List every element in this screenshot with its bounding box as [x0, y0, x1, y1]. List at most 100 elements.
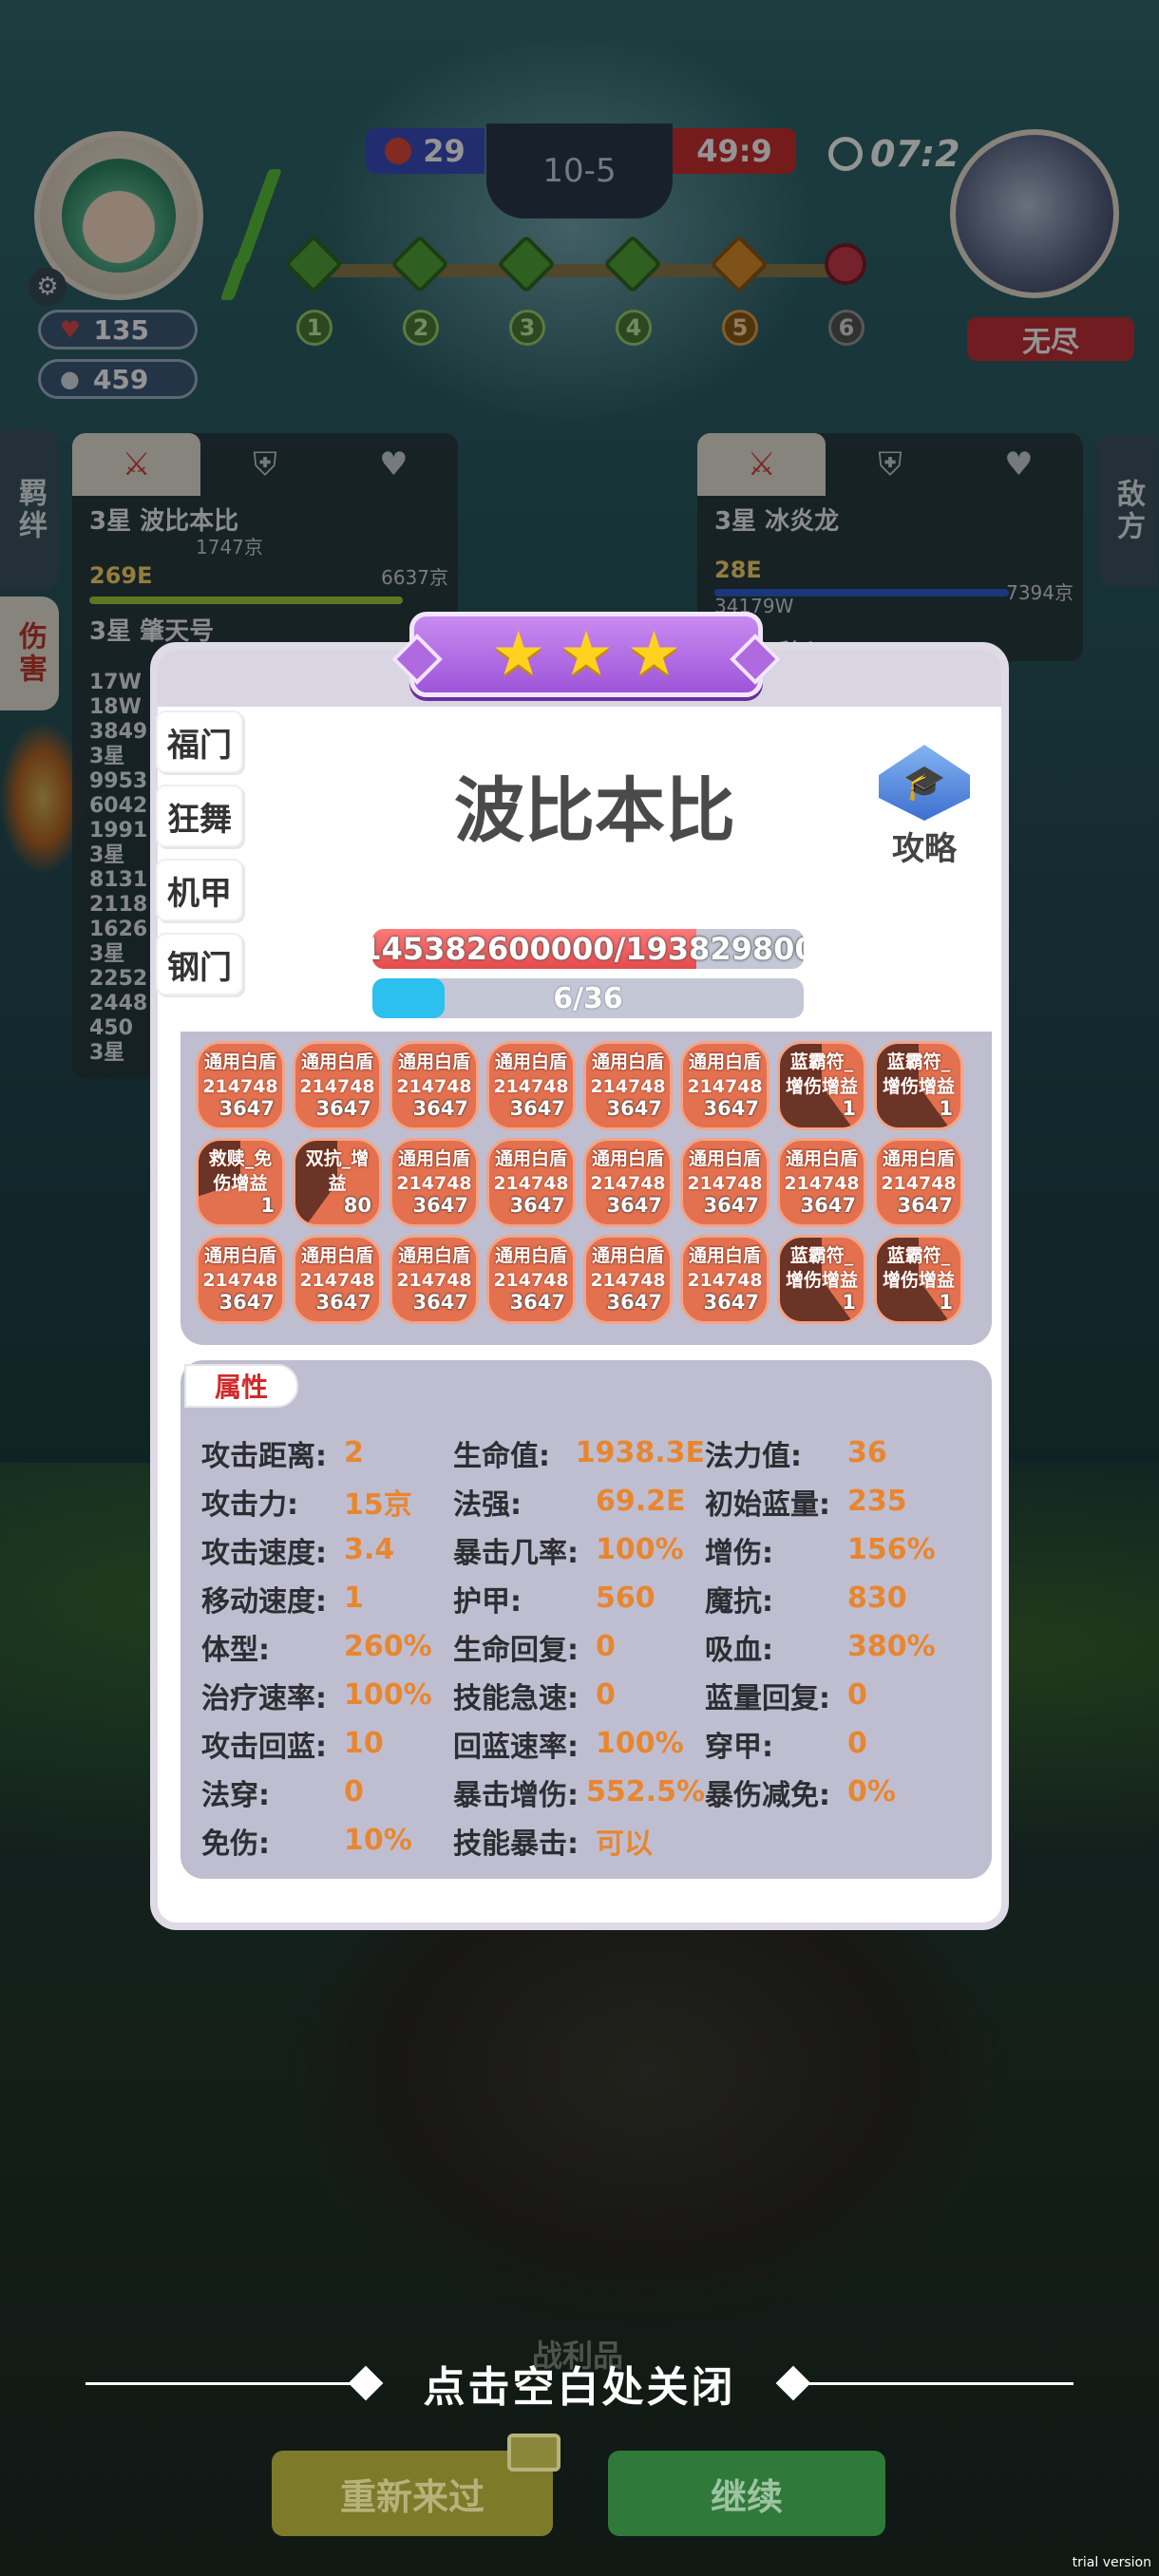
- equipment-slot[interactable]: 通用白盾 214748 3647: [486, 1138, 576, 1227]
- hp-bar: 145382600000/193829800: [372, 929, 804, 969]
- equipment-slot[interactable]: 通用白盾 214748 3647: [680, 1041, 770, 1130]
- equipment-count: 3647: [606, 1097, 662, 1120]
- equipment-value: 增伤增益: [882, 1076, 955, 1097]
- retry-button[interactable]: 重新来过: [272, 2434, 560, 2536]
- equipment-value: 214748: [299, 1076, 375, 1097]
- equipment-value: 214748: [687, 1270, 763, 1291]
- equipment-count: 3647: [800, 1194, 856, 1217]
- hero-name: 波比本比: [454, 770, 735, 852]
- attribute-row: 攻击距离: 2: [201, 1436, 453, 1473]
- watermark: trial version: [1072, 2555, 1151, 2570]
- attribute-value: 36: [847, 1436, 887, 1469]
- attribute-row: 回蓝速率: 100%: [453, 1727, 705, 1764]
- attribute-label: 初始蓝量:: [705, 1487, 830, 1522]
- attribute-row: 免伤: 10%: [201, 1824, 453, 1861]
- hp-text: 145382600000/193829800: [372, 931, 804, 967]
- trait-tab[interactable]: 狂舞: [156, 785, 243, 847]
- equipment-name: 通用白盾: [688, 1051, 761, 1072]
- attributes-grid: 攻击距离: 2 生命值: 1938.3E 法力值: 36 攻击力: 15京 法强: 69.2E 初始…: [201, 1436, 957, 1861]
- trait-tab[interactable]: 机甲: [156, 859, 243, 921]
- attribute-value: 15京: [344, 1487, 412, 1522]
- equipment-count: 3647: [412, 1194, 468, 1217]
- trait-tab[interactable]: 福门: [156, 710, 243, 773]
- attribute-row: 技能暴击: 可以: [453, 1824, 705, 1861]
- attribute-label: 攻击回蓝:: [201, 1730, 327, 1764]
- equipment-name: 通用白盾: [494, 1148, 567, 1169]
- equipment-slot[interactable]: 救赎_免 伤增益 1: [196, 1138, 285, 1227]
- equipment-slot[interactable]: 通用白盾 214748 3647: [293, 1041, 382, 1130]
- equipment-slot[interactable]: 蓝霸符_ 增伤增益 1: [874, 1235, 963, 1324]
- attribute-row: 魔抗: 830: [705, 1582, 957, 1619]
- attribute-value: 235: [847, 1485, 907, 1518]
- attribute-row: 治疗速率: 100%: [201, 1678, 453, 1715]
- equipment-slot[interactable]: 蓝霸符_ 增伤增益 1: [777, 1235, 866, 1324]
- mana-text: 6/36: [553, 981, 623, 1015]
- attribute-label: 穿甲:: [705, 1730, 773, 1764]
- equipment-slot[interactable]: 蓝霸符_ 增伤增益 1: [874, 1041, 963, 1130]
- equipment-slot[interactable]: 通用白盾 214748 3647: [486, 1041, 576, 1130]
- guide-button[interactable]: 🎓 攻略: [863, 745, 986, 869]
- equipment-count: 3647: [509, 1194, 565, 1217]
- equipment-panel: 通用白盾 214748 3647 通用白盾 214748 3647 通用白盾 214748 36…: [180, 1032, 992, 1345]
- equipment-slot[interactable]: 通用白盾 214748 3647: [196, 1041, 285, 1130]
- attribute-label: 魔抗:: [705, 1584, 773, 1619]
- equipment-value: 伤增益: [213, 1173, 268, 1194]
- equipment-count: 80: [343, 1194, 371, 1217]
- equipment-count: 3647: [703, 1291, 759, 1314]
- hero-detail-modal: ★ ★ ★ 福门 狂舞 机甲 钢门 波比本比 🎓 攻略 145382600000…: [150, 612, 1009, 1930]
- close-hint[interactable]: 点击空白处关闭: [86, 2350, 1074, 2416]
- attribute-value: 10: [344, 1727, 384, 1760]
- continue-label: 继续: [710, 2475, 783, 2518]
- equipment-count: 3647: [897, 1194, 953, 1217]
- equipment-count: 3647: [606, 1194, 662, 1217]
- equipment-slot[interactable]: 通用白盾 214748 3647: [583, 1235, 673, 1324]
- equipment-value: 214748: [396, 1173, 472, 1194]
- trait-tabs: 福门 狂舞 机甲 钢门: [156, 710, 253, 1007]
- attribute-row: 生命值: 1938.3E: [453, 1436, 705, 1473]
- attribute-value: 1938.3E: [575, 1436, 705, 1469]
- attribute-label: 暴击几率:: [453, 1536, 579, 1570]
- attribute-label: 暴击增伤:: [453, 1778, 579, 1812]
- equipment-slot[interactable]: 双抗_增益 80: [293, 1138, 382, 1227]
- equipment-slot[interactable]: 通用白盾 214748 3647: [680, 1138, 770, 1227]
- continue-button[interactable]: 继续: [608, 2451, 885, 2536]
- equipment-name: 蓝霸符_: [886, 1051, 951, 1072]
- equipment-slot[interactable]: 通用白盾 214748 3647: [390, 1235, 479, 1324]
- equipment-name: 通用白盾: [300, 1051, 373, 1072]
- attribute-value: 552.5%: [586, 1775, 705, 1809]
- equipment-slot[interactable]: 通用白盾 214748 3647: [583, 1041, 673, 1130]
- diamond-icon: [348, 2365, 384, 2401]
- equipment-slot[interactable]: 通用白盾 214748 3647: [390, 1041, 479, 1130]
- equipment-name: 通用白盾: [688, 1245, 761, 1266]
- equipment-slot[interactable]: 通用白盾 214748 3647: [293, 1235, 382, 1324]
- equipment-slot[interactable]: 通用白盾 214748 3647: [486, 1235, 576, 1324]
- attribute-row: 攻击回蓝: 10: [201, 1727, 453, 1764]
- equipment-count: 1: [939, 1097, 953, 1120]
- equipment-slot[interactable]: 通用白盾 214748 3647: [680, 1235, 770, 1324]
- attribute-row: 攻击速度: 3.4: [201, 1533, 453, 1570]
- retry-label: 重新来过: [339, 2475, 484, 2518]
- trait-tab[interactable]: 钢门: [156, 933, 243, 995]
- attribute-value: 0: [596, 1630, 616, 1663]
- equipment-name: 通用白盾: [591, 1051, 664, 1072]
- attribute-row: 增伤: 156%: [705, 1533, 957, 1570]
- equipment-slot[interactable]: 通用白盾 214748 3647: [583, 1138, 673, 1227]
- attribute-label: 法强:: [453, 1487, 522, 1522]
- equipment-slot[interactable]: 蓝霸符_ 增伤增益 1: [777, 1041, 866, 1130]
- equipment-name: 双抗_增: [305, 1148, 370, 1169]
- equipment-slot[interactable]: 通用白盾 214748 3647: [196, 1235, 285, 1324]
- attribute-value: 100%: [596, 1727, 684, 1760]
- equipment-slot[interactable]: 通用白盾 214748 3647: [390, 1138, 479, 1227]
- equipment-name: 通用白盾: [203, 1245, 276, 1266]
- equipment-slot[interactable]: 通用白盾 214748 3647: [874, 1138, 963, 1227]
- attribute-value: 0: [596, 1678, 616, 1712]
- equipment-count: 3647: [509, 1097, 565, 1120]
- equipment-name: 通用白盾: [397, 1245, 470, 1266]
- attribute-row: 暴伤减免: 0%: [705, 1775, 957, 1812]
- equipment-slot[interactable]: 通用白盾 214748 3647: [777, 1138, 866, 1227]
- equipment-value: 214748: [202, 1270, 278, 1291]
- attribute-value: 1: [344, 1582, 364, 1615]
- attribute-value: 0: [344, 1775, 364, 1809]
- attribute-label: 攻击距离:: [201, 1439, 327, 1473]
- equipment-value: 214748: [687, 1173, 763, 1194]
